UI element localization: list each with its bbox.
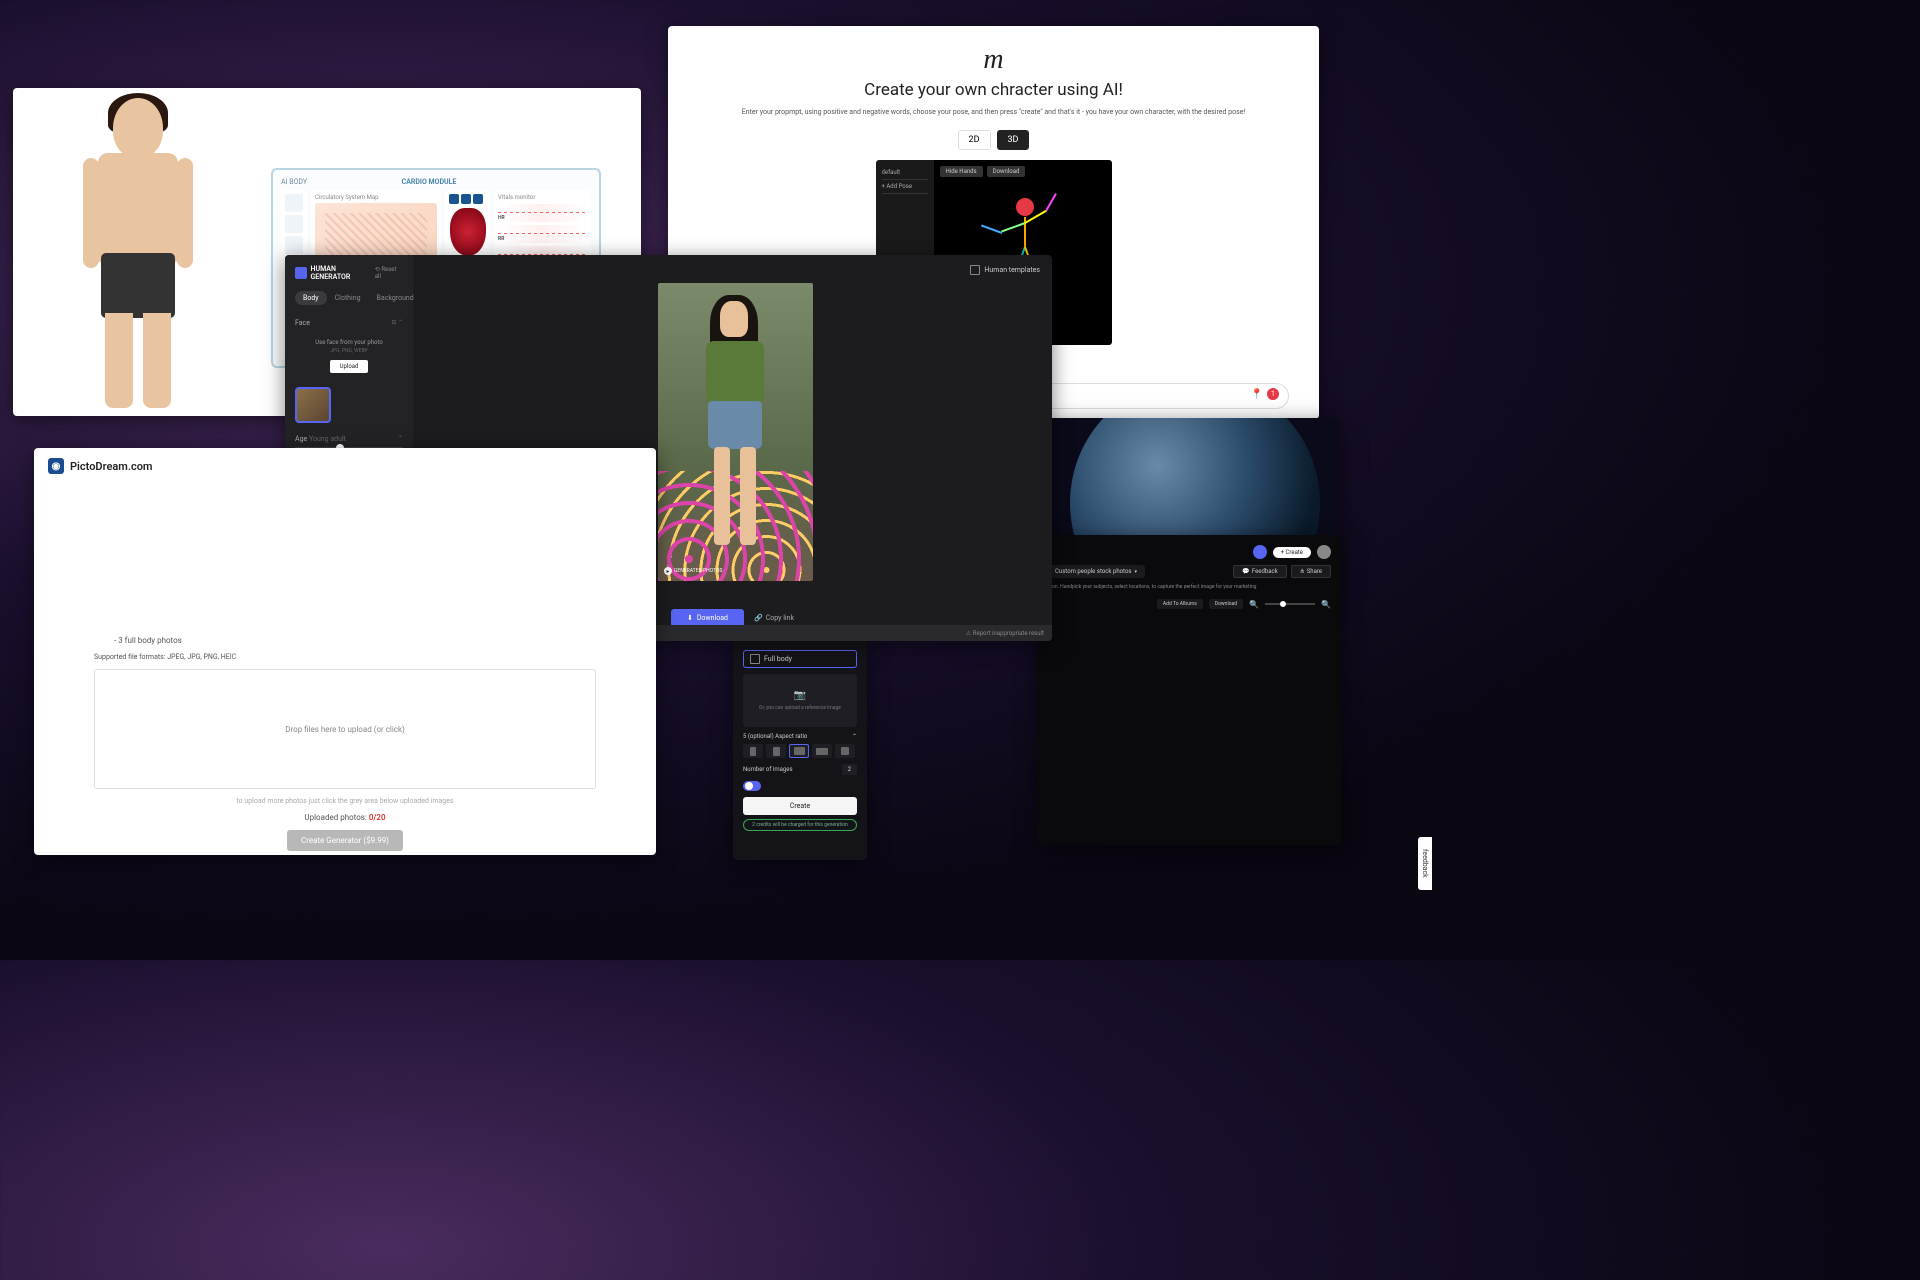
tool-icon[interactable]	[285, 194, 303, 212]
zoom-out-icon[interactable]: 🔍	[1249, 600, 1259, 609]
pictodream-brand: PictoDream.com	[70, 460, 152, 473]
aspect-option[interactable]	[789, 744, 809, 758]
category-chip[interactable]: Custom people stock photos▾	[1047, 565, 1145, 578]
generated-image[interactable]: ▸GENERATED PHOTOS	[658, 283, 813, 581]
count-label: Uploaded photos:	[304, 813, 366, 822]
pictodream-panel: ◉ PictoDream.com - 3 full body photos Su…	[34, 448, 656, 855]
pictodream-logo-icon: ◉	[48, 458, 64, 474]
add-albums-button[interactable]: Add To Albums	[1157, 599, 1203, 609]
user-avatar[interactable]	[1317, 545, 1331, 559]
creator-panel: Full body 📷 Or, you can upload a referen…	[733, 640, 867, 860]
system-label: Circulatory System Map	[315, 194, 437, 201]
pose-default[interactable]: default	[882, 166, 928, 180]
create-button[interactable]: Create	[743, 797, 857, 815]
report-button[interactable]: ⚠ Report inappropriate result	[966, 630, 1044, 637]
credits-note: 2 credits will be charged for this gener…	[743, 819, 857, 831]
aspect-option[interactable]	[812, 744, 832, 758]
mage-logo: m	[698, 44, 1289, 76]
organ-tab-icon[interactable]	[473, 194, 483, 204]
vitals-label: Vitals monitor	[498, 194, 587, 201]
face-avatar[interactable]	[295, 387, 331, 423]
tab-clothing[interactable]: Clothing	[327, 291, 369, 305]
hg-logo-icon	[295, 267, 307, 279]
bullet-item: - 3 full body photos	[114, 636, 596, 645]
drop-zone[interactable]: Drop files here to upload (or click)	[94, 669, 596, 789]
tool-icon[interactable]	[285, 236, 303, 254]
heart-model[interactable]	[450, 208, 486, 256]
templates-button[interactable]: Human templates	[970, 265, 1040, 275]
count-value: 0/20	[369, 813, 386, 822]
app-icon	[1253, 545, 1267, 559]
upload-hint: to upload more photos just click the gre…	[94, 797, 596, 805]
upload-area[interactable]: 📷 Or, you can upload a reference image	[743, 674, 857, 727]
download-button[interactable]: Download	[1209, 599, 1243, 609]
aspect-option[interactable]	[766, 744, 786, 758]
pin-icon[interactable]: 📍	[1251, 389, 1263, 400]
feedback-tab[interactable]: feedback	[1418, 837, 1432, 890]
module-label: CARDIO MODULE	[402, 178, 457, 186]
organ-tab-icon[interactable]	[461, 194, 471, 204]
hg-brand: HUMAN GENERATOR	[311, 265, 375, 281]
notif-badge: 1	[1267, 388, 1279, 400]
aspect-option[interactable]	[835, 744, 855, 758]
person-icon	[750, 654, 760, 664]
page-title: Create your own chracter using AI!	[698, 80, 1289, 100]
reset-button[interactable]: ⟲ Reset all	[375, 266, 403, 280]
tab-3d[interactable]: 3D	[997, 130, 1030, 150]
add-pose-button[interactable]: + Add Pose	[882, 180, 928, 194]
tool-icon[interactable]	[285, 215, 303, 233]
zoom-slider[interactable]	[1265, 603, 1315, 605]
zoom-in-icon[interactable]: 🔍	[1321, 600, 1331, 609]
aspect-option[interactable]	[743, 744, 763, 758]
share-button[interactable]: ⋔ Share	[1291, 565, 1331, 578]
feedback-button[interactable]: 💬 Feedback	[1233, 565, 1286, 578]
full-body-option[interactable]: Full body	[743, 650, 857, 668]
tab-body[interactable]: Body	[295, 291, 327, 305]
brand-label: AI BODY	[281, 178, 307, 186]
organ-tab-icon[interactable]	[449, 194, 459, 204]
formats-label: Supported file formats: JPEG, JPG, PNG, …	[94, 653, 596, 661]
tab-2d[interactable]: 2D	[958, 130, 991, 150]
photosonic-panel: + Create Custom people stock photos▾ 💬 F…	[1037, 535, 1341, 845]
page-subtitle: Enter your propmpt, using positive and n…	[698, 108, 1289, 116]
face-section[interactable]: Face	[295, 319, 310, 327]
human-model	[53, 98, 223, 408]
create-button[interactable]: + Create	[1273, 547, 1311, 558]
camera-icon: 📷	[751, 690, 849, 701]
create-generator-button[interactable]: Create Generator ($9.99)	[287, 830, 403, 851]
toggle-switch[interactable]	[743, 781, 761, 791]
description-text: ision. Handpick your subjects, select lo…	[1047, 584, 1331, 591]
num-images-label: Number of images	[743, 766, 793, 773]
aspect-label: 5 (optional) Aspect ratio⌃	[743, 733, 857, 740]
num-images-value[interactable]: 2	[842, 764, 857, 775]
upload-button[interactable]: Upload	[330, 360, 369, 373]
